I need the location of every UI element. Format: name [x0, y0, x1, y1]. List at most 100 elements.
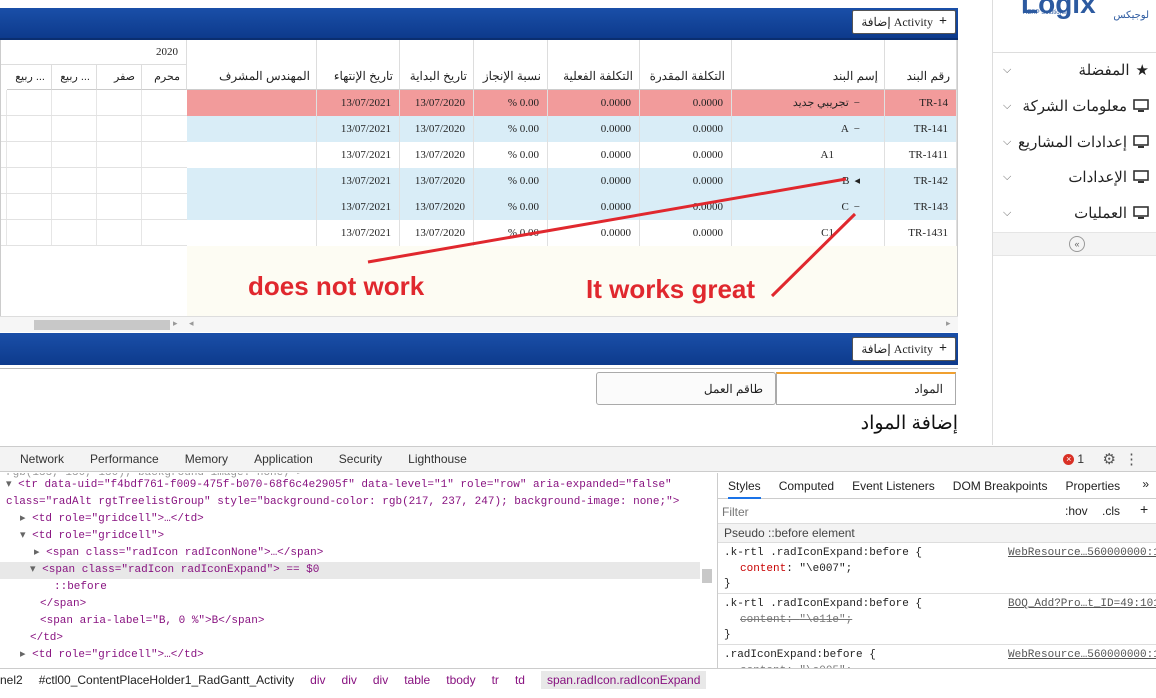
dom-line[interactable]: </td> — [30, 630, 63, 647]
error-icon: × — [1063, 453, 1075, 465]
styles-tab-event-listeners[interactable]: Event Listeners — [852, 479, 935, 493]
filter-bar: :hov .cls + — [718, 500, 1156, 524]
sidebar-item-project-settings[interactable]: ⌵ إعدادات المشاريع — [993, 124, 1156, 160]
devtools-tab-security[interactable]: Security — [339, 452, 382, 466]
section-title: إضافة المواد — [860, 413, 958, 434]
tab-strip: المواد طاقم العمل — [0, 368, 958, 408]
chevron-down-icon: ⌵ — [1003, 135, 1012, 148]
arrow-line-right — [770, 212, 857, 298]
style-rule[interactable]: .k-rtl .radIconExpand:before { WebResourc… — [718, 543, 1156, 594]
scrollbar-thumb[interactable] — [34, 320, 170, 330]
breadcrumb-item[interactable]: tr — [492, 673, 499, 687]
app-area: إضافة Activity + رقم البند إسم البند الت… — [0, 0, 1156, 445]
dom-line-text: <span class="radIcon radIconNone">…</spa… — [46, 547, 324, 559]
dom-line-text: </span> — [40, 598, 87, 610]
more-tabs-icon[interactable]: » — [1142, 477, 1149, 491]
chevron-down-icon: ⌵ — [1003, 206, 1012, 219]
devtools-tab-network[interactable]: Network — [20, 452, 64, 466]
dom-line-text: <span class="radIcon radIconExpand"> == … — [42, 564, 320, 576]
breadcrumb-item[interactable]: nel2 — [0, 673, 23, 687]
dom-line-text: ::before — [54, 581, 107, 593]
scroll-right-icon[interactable]: ▸ — [946, 318, 951, 329]
dom-line[interactable]: ▸ <span class="radIcon radIconNone">…</s… — [34, 545, 323, 562]
dom-line[interactable]: class="radAlt rgtTreelistGroup" style="b… — [6, 494, 679, 511]
scroll-left-icon[interactable]: ◂ — [189, 318, 194, 329]
hov-toggle[interactable]: :hov — [1065, 504, 1088, 518]
style-rule[interactable]: .radIconExpand:before {WebResource…56000… — [718, 645, 1156, 668]
devtools-tab-performance[interactable]: Performance — [90, 452, 159, 466]
scroll-right-icon[interactable]: ▸ — [173, 318, 178, 329]
breadcrumb-item[interactable]: #ctl00_ContentPlaceHolder1_RadGantt_Acti… — [39, 673, 294, 687]
sidebar-item-favorites[interactable]: ⌵ المفضلة ★ — [993, 52, 1156, 88]
annotation-arrows — [367, 177, 857, 298]
declaration-separator: : — [786, 563, 800, 575]
sidebar-item-label: معلومات الشركة — [1022, 98, 1127, 115]
rule-declaration[interactable]: content: "\e11e"; — [740, 614, 852, 626]
dom-line-text: <td role="gridcell">…</td> — [32, 649, 204, 661]
declaration-property: content — [740, 563, 787, 575]
devtools-tab-memory[interactable]: Memory — [185, 452, 228, 466]
breadcrumb-item[interactable]: div — [310, 673, 325, 687]
more-menu-icon[interactable]: ⋮ — [1124, 450, 1139, 468]
breadcrumb-item[interactable]: div — [342, 673, 357, 687]
sidebar-item-operations[interactable]: ⌵ العمليات — [993, 195, 1156, 231]
rule-declaration[interactable]: content: "\e007"; — [740, 563, 852, 575]
dom-scrollbar-thumb[interactable] — [702, 569, 712, 583]
dom-line[interactable]: </span> — [40, 596, 86, 613]
rule-selector: .k-rtl .radIconExpand:before { — [724, 547, 923, 559]
dom-line[interactable]: ▸ <td role="gridcell">…</td> — [20, 647, 204, 664]
dom-line-text: <td role="gridcell"> — [32, 530, 165, 542]
error-counter[interactable]: × 1 — [1063, 452, 1084, 466]
add-activity-label: إضافة Activity — [861, 341, 934, 356]
style-rule[interactable]: .k-rtl .radIconExpand:before {BOQ_Add?Pr… — [718, 594, 1156, 645]
declaration-separator: : — [786, 614, 800, 626]
add-activity-button-bottom[interactable]: إضافة Activity + — [852, 337, 956, 361]
styles-pane: Styles Computed Event Listeners DOM Brea… — [717, 473, 1156, 668]
sidebar-item-label: الإعدادات — [1068, 169, 1127, 186]
dom-line[interactable]: ▾ <tr data-uid="f4bdf761-f009-475f-b070-… — [6, 477, 672, 494]
chevron-down-icon: ⌵ — [1003, 170, 1012, 183]
sidebar-item-label: المفضلة — [1078, 62, 1130, 79]
breadcrumb-item-selected[interactable]: span.radIcon.radIconExpand — [540, 670, 707, 689]
breadcrumb-item[interactable]: div — [373, 673, 388, 687]
dom-line-text: <td role="gridcell">…</td> — [32, 513, 204, 525]
collapse-icon[interactable]: « — [1069, 236, 1085, 252]
sidebar-item-label: العمليات — [1074, 205, 1127, 222]
breadcrumb-item[interactable]: td — [515, 673, 525, 687]
rule-source-link[interactable]: BOQ_Add?Pro…t_ID=49:101 — [1008, 598, 1156, 610]
styles-filter-input[interactable] — [722, 503, 1052, 521]
breadcrumb-item[interactable]: tbody — [446, 673, 475, 687]
breadcrumb-item[interactable]: table — [404, 673, 430, 687]
devtools-tab-application[interactable]: Application — [254, 452, 313, 466]
sidebar-item-settings[interactable]: ⌵ الإعدادات — [993, 159, 1156, 195]
gear-icon[interactable]: ⚙ — [1103, 450, 1116, 468]
tab-materials[interactable]: المواد — [776, 372, 956, 405]
plus-icon[interactable]: + — [1140, 501, 1148, 517]
dom-line[interactable]: ▸ <td role="gridcell">…</td> — [20, 511, 204, 528]
rule-close-brace: } — [724, 629, 731, 641]
dom-line[interactable]: ▾ <td role="gridcell"> — [20, 528, 164, 545]
tab-work-team[interactable]: طاقم العمل — [596, 372, 776, 405]
horizontal-scrollbar[interactable]: ▸ ◂ ▸ — [0, 316, 958, 332]
declaration-value: "\e007"; — [799, 563, 853, 575]
dom-line[interactable]: ::before — [54, 579, 107, 596]
devtools-tab-lighthouse[interactable]: Lighthouse — [408, 452, 467, 466]
sidebar-item-label: إعدادات المشاريع — [1017, 134, 1127, 151]
declaration-value: "\e11e"; — [799, 614, 853, 626]
sidebar: Logix لوجيكس HERP Solutions ⌵ المفضلة ★ … — [992, 0, 1156, 445]
styles-tab-dom-breakpoints[interactable]: DOM Breakpoints — [953, 479, 1048, 493]
styles-tab-computed[interactable]: Computed — [779, 479, 834, 493]
dom-line-selected[interactable]: ▾ <span class="radIcon radIconExpand"> =… — [0, 562, 700, 579]
error-count: 1 — [1077, 452, 1084, 466]
arrow-line-left — [367, 177, 847, 264]
dom-line[interactable]: <span aria-label="B, 0 %">B</span> — [40, 613, 264, 630]
dom-line-text: class="radAlt rgtTreelistGroup" style="b… — [6, 496, 680, 508]
rule-source-link[interactable]: WebResource…560000000:1 — [1008, 649, 1156, 661]
sidebar-collapse-bar[interactable]: « — [993, 232, 1156, 256]
rule-source-link[interactable]: WebResource…560000000:1 — [1008, 547, 1156, 559]
monitor-icon — [1133, 135, 1149, 148]
styles-tab-styles[interactable]: Styles — [728, 479, 761, 499]
styles-tab-properties[interactable]: Properties — [1065, 479, 1120, 493]
sidebar-item-company-info[interactable]: ⌵ معلومات الشركة — [993, 88, 1156, 124]
cls-toggle[interactable]: .cls — [1102, 504, 1120, 518]
